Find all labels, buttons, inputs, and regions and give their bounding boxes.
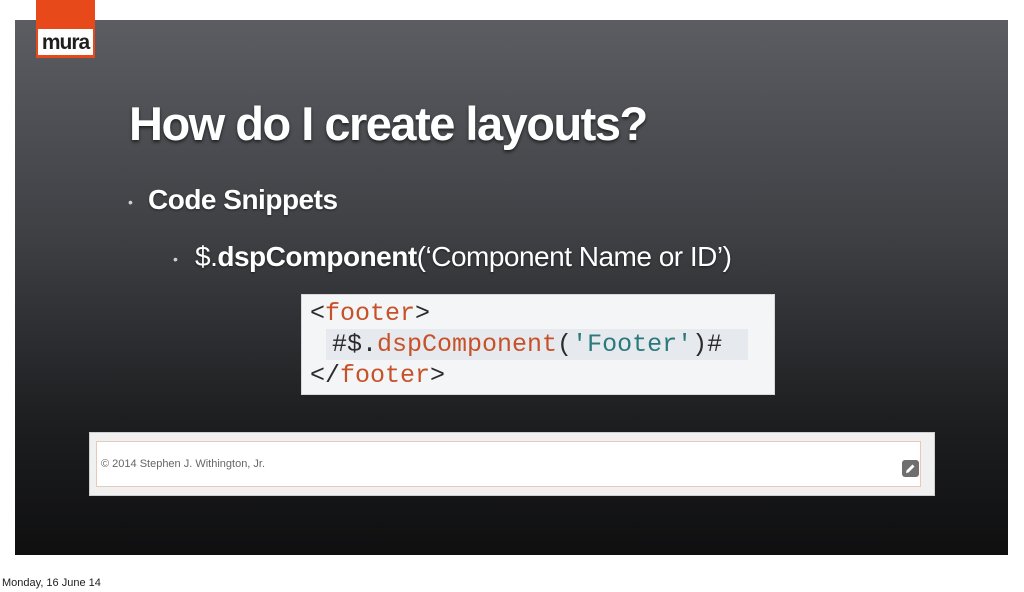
pencil-icon xyxy=(906,464,915,473)
bullet-args: (‘Component Name or ID’) xyxy=(416,241,732,272)
bullet-text: Code Snippets xyxy=(148,184,338,215)
bullet-dspcomponent: $.dspComponent(‘Component Name or ID’) xyxy=(173,241,732,273)
bullet-code-snippets: Code Snippets xyxy=(128,184,338,216)
bullet-prefix: $. xyxy=(195,241,218,272)
copyright-text: © 2014 Stephen J. Withington, Jr. xyxy=(101,458,266,470)
edit-button[interactable] xyxy=(902,460,919,477)
code-snippet: <footer> #$.dspComponent('Footer')# </fo… xyxy=(301,294,775,395)
slide-title: How do I create layouts? xyxy=(129,97,648,150)
bullet-function: dspComponent xyxy=(217,241,417,272)
date-label: Monday, 16 June 14 xyxy=(2,577,101,589)
code-line: #$.dspComponent('Footer')# xyxy=(332,330,723,359)
code-line: <footer> xyxy=(310,299,431,328)
footer-preview: © 2014 Stephen J. Withington, Jr. xyxy=(89,432,935,496)
logo-text: mura xyxy=(41,30,90,54)
footer-inner: © 2014 Stephen J. Withington, Jr. xyxy=(96,441,921,487)
code-line: </footer> xyxy=(310,361,446,390)
mura-logo: mura xyxy=(36,0,95,58)
